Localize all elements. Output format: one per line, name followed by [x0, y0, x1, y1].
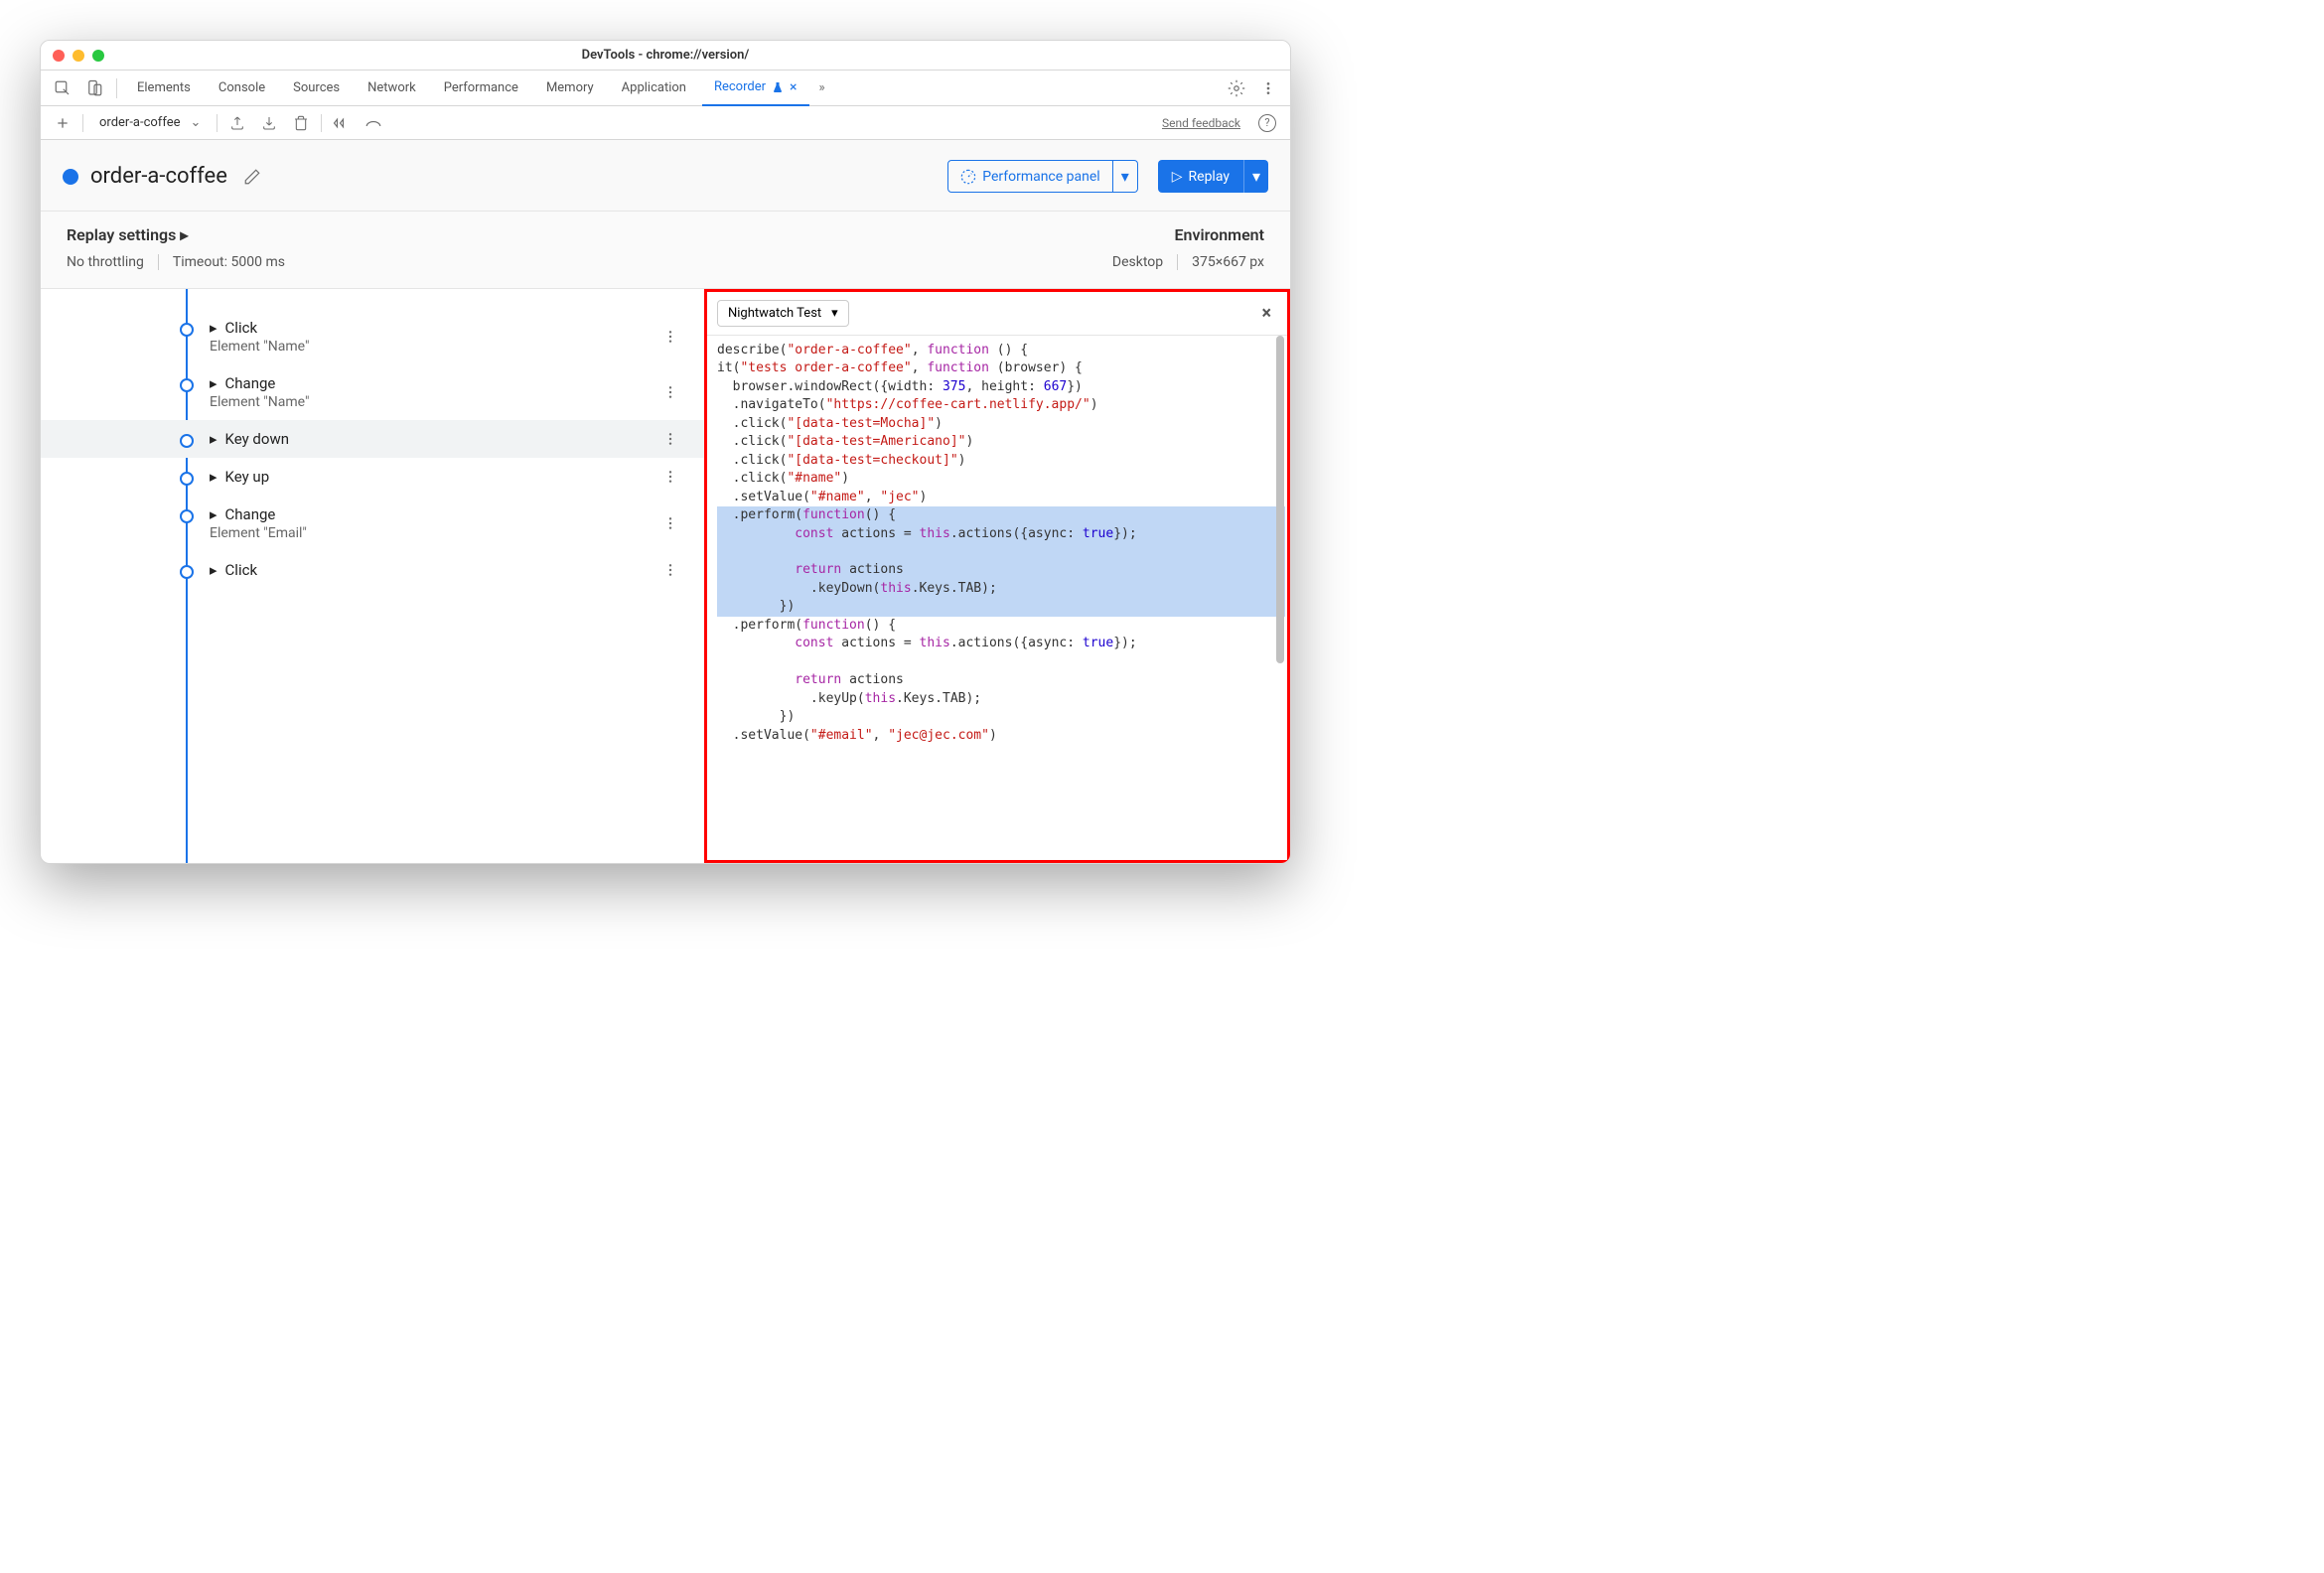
content-area: ▸ Click Element "Name" ▸ Change Element …: [41, 289, 1290, 863]
step-row[interactable]: ▸ Click: [41, 551, 704, 589]
chevron-right-icon: ▸: [210, 430, 218, 448]
device-toggle-icon[interactable]: [80, 74, 108, 102]
chevron-right-icon: ▸: [210, 468, 218, 486]
chevron-right-icon: ▸: [180, 225, 188, 244]
export-format-select[interactable]: Nightwatch Test ▾: [717, 300, 849, 327]
performance-panel-split[interactable]: ▾: [1113, 160, 1138, 193]
window-title: DevTools - chrome://version/: [41, 48, 1290, 63]
step-dot: [180, 434, 194, 448]
step-dot: [180, 509, 194, 523]
chevron-down-icon: ⌄: [190, 115, 201, 130]
step-row[interactable]: ▸ Change Element "Email": [41, 496, 704, 551]
performance-panel-button[interactable]: Performance panel: [947, 160, 1113, 193]
maximize-window-button[interactable]: [92, 50, 104, 62]
flask-icon: [772, 81, 784, 93]
recording-selector[interactable]: order-a-coffee ⌄: [91, 115, 209, 130]
chevron-right-icon: ▸: [210, 319, 218, 337]
export-icon[interactable]: [225, 111, 249, 135]
titlebar: DevTools - chrome://version/: [41, 41, 1290, 71]
step-title: Key down: [225, 430, 289, 448]
edit-title-icon[interactable]: [243, 168, 261, 186]
tab-memory[interactable]: Memory: [534, 71, 606, 106]
code-scrollbar[interactable]: [1276, 336, 1284, 693]
viewport-value: 375×667 px: [1192, 254, 1264, 270]
step-subtitle: Element "Email": [210, 525, 662, 541]
gauge-icon: [960, 169, 976, 185]
tab-application[interactable]: Application: [610, 71, 698, 106]
step-kebab-icon[interactable]: [662, 515, 678, 531]
chevron-right-icon: ▸: [210, 561, 218, 579]
import-icon[interactable]: [257, 111, 281, 135]
step-title: Change: [225, 505, 276, 523]
minimize-window-button[interactable]: [73, 50, 84, 62]
devtools-window: DevTools - chrome://version/ Elements Co…: [40, 40, 1291, 864]
delete-icon[interactable]: [289, 111, 313, 135]
more-tabs-icon[interactable]: »: [813, 80, 831, 95]
code-toolbar: Nightwatch Test ▾ ×: [707, 292, 1287, 336]
steps-pane: ▸ Click Element "Name" ▸ Change Element …: [41, 289, 704, 863]
send-feedback-link[interactable]: Send feedback: [1162, 116, 1240, 130]
recording-header: order-a-coffee Performance panel ▾ ▷ Rep…: [41, 140, 1290, 212]
replay-split[interactable]: ▾: [1243, 160, 1268, 193]
recorder-toolbar: order-a-coffee ⌄ Send feedback ?: [41, 106, 1290, 140]
step-dot: [180, 565, 194, 579]
play-icon: ▷: [1172, 169, 1183, 185]
replay-settings-section: Replay settings ▸ Environment No throttl…: [41, 212, 1290, 289]
step-kebab-icon[interactable]: [662, 384, 678, 400]
environment-label: Environment: [1175, 225, 1264, 244]
step-dot: [180, 472, 194, 486]
step-title: Click: [225, 561, 258, 579]
replay-settings-toggle[interactable]: Replay settings ▸: [67, 225, 188, 244]
recording-title: order-a-coffee: [90, 164, 227, 189]
step-into-icon[interactable]: [362, 111, 385, 135]
step-row[interactable]: ▸ Click Element "Name": [41, 309, 704, 364]
step-subtitle: Element "Name": [210, 339, 662, 355]
settings-icon[interactable]: [1223, 74, 1250, 102]
timeout-value: Timeout: 5000 ms: [173, 254, 285, 270]
tab-elements[interactable]: Elements: [125, 71, 203, 106]
add-recording-button[interactable]: [51, 111, 74, 135]
step-kebab-icon[interactable]: [662, 469, 678, 485]
step-row[interactable]: ▸ Key down: [41, 420, 704, 458]
tab-network[interactable]: Network: [356, 71, 428, 106]
step-kebab-icon[interactable]: [662, 329, 678, 345]
recording-status-dot: [63, 169, 78, 185]
chevron-right-icon: ▸: [210, 374, 218, 392]
code-export-pane: Nightwatch Test ▾ × describe("order-a-co…: [704, 289, 1290, 863]
chevron-right-icon: ▸: [210, 505, 218, 523]
step-subtitle: Element "Name": [210, 394, 662, 410]
kebab-menu-icon[interactable]: [1254, 74, 1282, 102]
chevron-down-icon: ▾: [831, 306, 838, 321]
tab-sources[interactable]: Sources: [281, 71, 352, 106]
traffic-lights: [53, 50, 104, 62]
tab-console[interactable]: Console: [207, 71, 277, 106]
close-tab-icon[interactable]: ×: [790, 79, 797, 95]
step-title: Change: [225, 374, 276, 392]
step-title: Click: [225, 319, 258, 337]
step-dot: [180, 378, 194, 392]
step-title: Key up: [225, 468, 270, 486]
devtools-tabs: Elements Console Sources Network Perform…: [41, 71, 1290, 106]
step-row[interactable]: ▸ Key up: [41, 458, 704, 496]
tab-performance[interactable]: Performance: [432, 71, 530, 106]
close-code-pane-icon[interactable]: ×: [1255, 303, 1277, 324]
step-kebab-icon[interactable]: [662, 562, 678, 578]
step-dot: [180, 323, 194, 337]
tab-recorder[interactable]: Recorder ×: [702, 71, 809, 106]
help-icon[interactable]: ?: [1258, 114, 1276, 132]
device-value: Desktop: [1112, 254, 1163, 270]
inspect-icon[interactable]: [49, 74, 76, 102]
close-window-button[interactable]: [53, 50, 65, 62]
step-row[interactable]: ▸ Change Element "Name": [41, 364, 704, 420]
step-kebab-icon[interactable]: [662, 431, 678, 447]
step-over-icon[interactable]: [330, 111, 354, 135]
code-body[interactable]: describe("order-a-coffee", function () {…: [707, 336, 1287, 860]
throttling-value: No throttling: [67, 254, 144, 270]
replay-button[interactable]: ▷ Replay: [1158, 160, 1243, 193]
